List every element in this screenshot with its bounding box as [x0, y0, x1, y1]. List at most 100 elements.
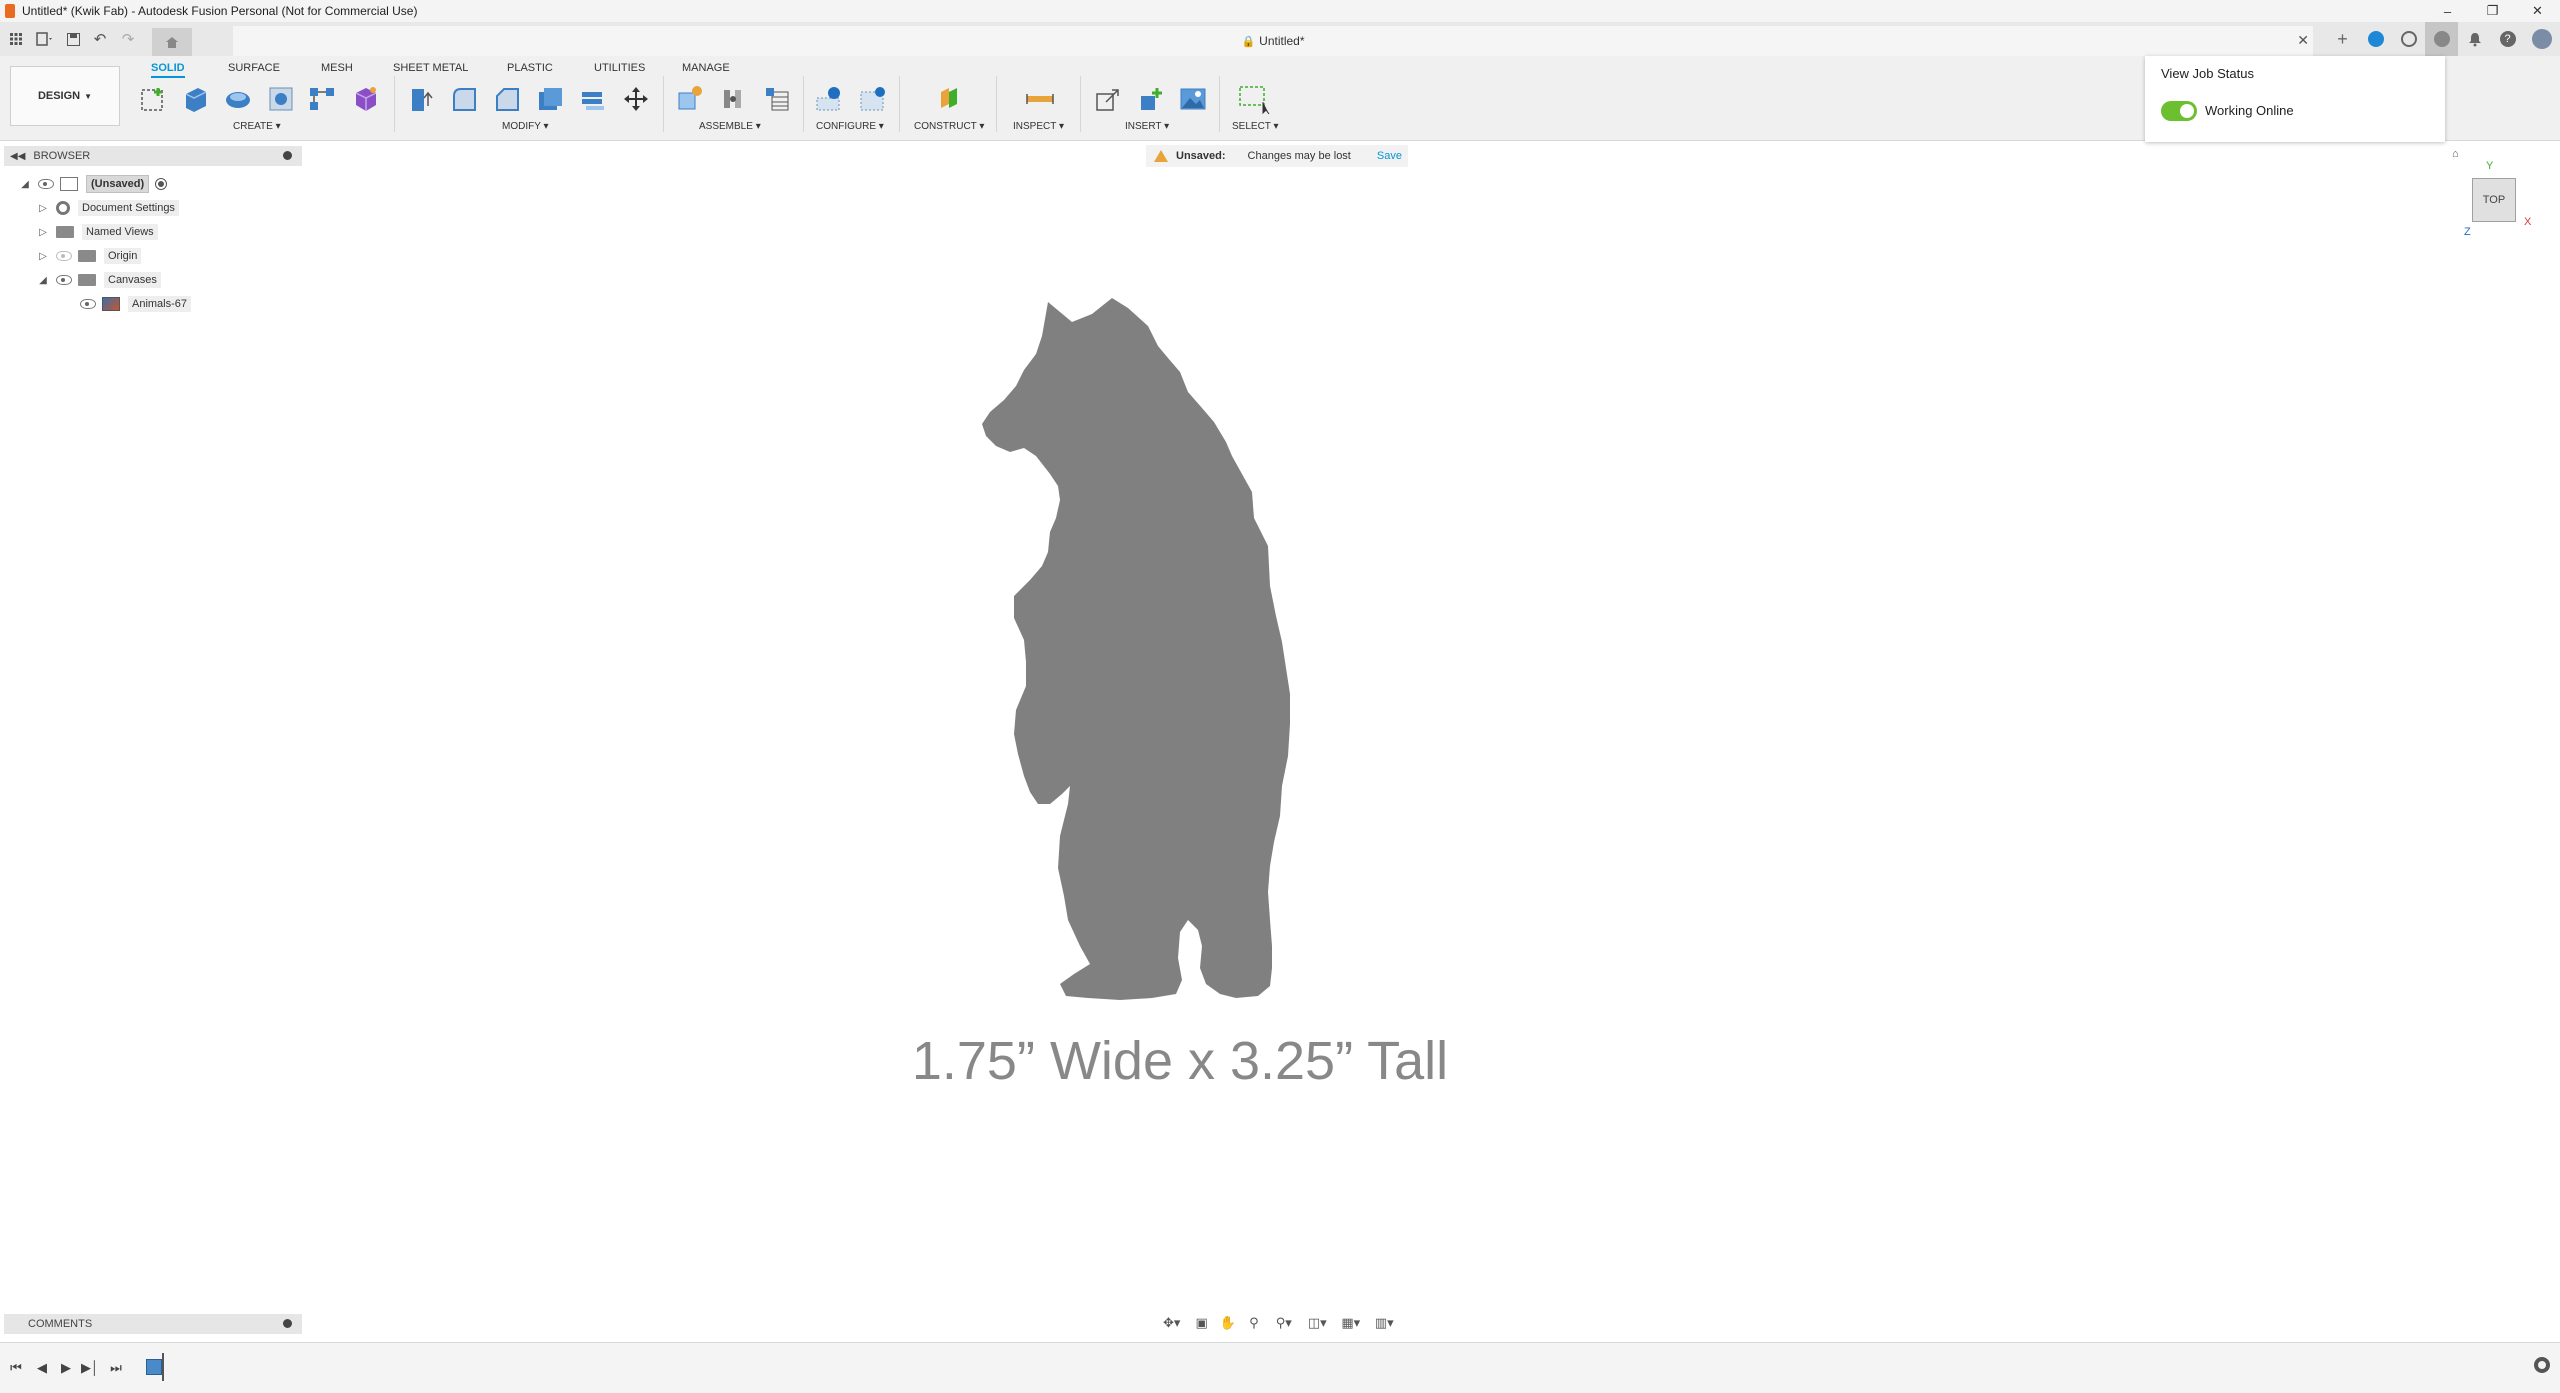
extrude-icon[interactable] [178, 82, 212, 116]
viewcube-top-face[interactable]: TOP [2472, 178, 2516, 222]
combine-icon[interactable] [576, 82, 610, 116]
tab-manage[interactable]: MANAGE [682, 60, 730, 76]
viewcube[interactable]: ⌂ Y TOP X Z [2452, 148, 2531, 238]
expanded-triangle-icon[interactable]: ◢ [36, 275, 50, 286]
home-tab-icon[interactable] [152, 28, 192, 56]
extensions-icon[interactable] [2359, 22, 2392, 56]
move-copy-icon[interactable] [619, 82, 653, 116]
notifications-bell-icon[interactable] [2458, 22, 2491, 56]
joint-icon[interactable] [716, 82, 750, 116]
tree-item-document-settings[interactable]: ▷ Document Settings [36, 197, 179, 219]
timeline-play-icon[interactable]: ▶ [56, 1359, 76, 1377]
collapse-browser-icon[interactable]: ◀◀ [10, 151, 25, 162]
viewports-icon[interactable]: ▥▾ [1371, 1313, 1399, 1333]
collapsed-triangle-icon[interactable]: ▷ [36, 251, 50, 262]
add-comment-icon[interactable] [283, 1319, 292, 1328]
close-window-button[interactable]: ✕ [2515, 0, 2560, 22]
tree-item-origin[interactable]: ▷ Origin [36, 245, 142, 267]
app-grid-icon[interactable] [2, 27, 30, 51]
pattern-icon[interactable] [305, 82, 339, 116]
fit-zoom-icon[interactable]: ⚲▾ [1270, 1313, 1298, 1333]
grid-settings-icon[interactable]: ▦▾ [1337, 1313, 1365, 1333]
timeline-next-icon[interactable]: ▶│ [80, 1359, 100, 1377]
undo-icon[interactable]: ↶ [86, 27, 114, 51]
tab-surface[interactable]: SURFACE [228, 60, 280, 76]
configure-icon[interactable] [812, 82, 846, 116]
form-icon[interactable] [349, 82, 383, 116]
measure-icon[interactable] [1023, 82, 1057, 116]
assembly-table-icon[interactable] [760, 82, 794, 116]
restore-button[interactable]: ❐ [2470, 0, 2515, 22]
insert-canvas-icon[interactable] [1176, 82, 1210, 116]
orbit-icon[interactable]: ✥▾ [1158, 1313, 1186, 1333]
visibility-eye-icon[interactable] [38, 179, 54, 189]
tab-sheet-metal[interactable]: SHEET METAL [393, 60, 468, 76]
chamfer-icon[interactable] [490, 82, 524, 116]
new-tab-icon[interactable]: + [2326, 22, 2359, 56]
look-at-icon[interactable]: ▣ [1192, 1313, 1212, 1333]
minimize-button[interactable]: – [2425, 0, 2470, 22]
file-menu-icon[interactable] [30, 27, 60, 51]
home-view-icon[interactable]: ⌂ [2452, 148, 2459, 160]
tab-utilities[interactable]: UTILITIES [594, 60, 645, 76]
timeline-marker[interactable] [162, 1353, 164, 1381]
fillet-icon[interactable] [447, 82, 481, 116]
inspect-group-label[interactable]: INSPECT ▾ [1013, 121, 1064, 132]
design-workspace-switcher[interactable]: DESIGN ▼ [10, 66, 120, 126]
configure-group-label[interactable]: CONFIGURE ▾ [816, 121, 884, 132]
new-component-icon[interactable] [672, 82, 706, 116]
insert-mcmaster-icon[interactable] [1133, 82, 1167, 116]
bear-silhouette-canvas[interactable] [980, 296, 1350, 1002]
expanded-triangle-icon[interactable]: ◢ [18, 179, 32, 190]
press-pull-icon[interactable] [404, 82, 438, 116]
visibility-eye-icon[interactable] [80, 299, 96, 309]
create-sketch-icon[interactable] [136, 82, 170, 116]
insert-derive-icon[interactable] [1090, 82, 1124, 116]
visibility-eye-icon[interactable] [56, 275, 72, 285]
hidden-eye-icon[interactable] [56, 251, 72, 261]
job-status-icon[interactable] [2425, 22, 2458, 56]
select-window-icon[interactable] [1237, 82, 1271, 116]
redo-icon[interactable]: ↷ [114, 27, 142, 51]
tree-item-named-views[interactable]: ▷ Named Views [36, 221, 158, 243]
offset-plane-icon[interactable] [933, 82, 967, 116]
user-avatar[interactable] [2524, 22, 2560, 56]
save-link[interactable]: Save [1377, 150, 1402, 162]
working-online-toggle[interactable] [2161, 101, 2197, 121]
create-group-label[interactable]: CREATE ▾ [233, 121, 281, 132]
close-tab-icon[interactable]: ✕ [2297, 32, 2309, 49]
comments-panel-header[interactable]: COMMENTS [4, 1314, 302, 1334]
online-status-icon[interactable] [2392, 22, 2425, 56]
tab-mesh[interactable]: MESH [321, 60, 353, 76]
timeline-first-icon[interactable]: ⏮ [6, 1359, 26, 1377]
tree-item-canvases[interactable]: ◢ Canvases [36, 269, 161, 291]
tree-item-animals-67[interactable]: Animals-67 [74, 293, 192, 315]
select-group-label[interactable]: SELECT ▾ [1232, 121, 1279, 132]
tree-root[interactable]: ◢ (Unsaved) [18, 173, 168, 195]
timeline-canvas-feature[interactable] [146, 1359, 162, 1375]
construct-group-label[interactable]: CONSTRUCT ▾ [914, 121, 984, 132]
hole-icon[interactable] [264, 82, 298, 116]
job-status-title[interactable]: View Job Status [2161, 66, 2254, 81]
activate-radio-icon[interactable] [155, 178, 168, 190]
timeline-previous-icon[interactable]: ◀ [32, 1359, 52, 1377]
browser-header[interactable]: ◀◀ BROWSER [4, 146, 302, 166]
document-tab[interactable]: 🔒 Untitled* ✕ [233, 26, 2313, 56]
revolve-icon[interactable] [221, 82, 255, 116]
display-settings-icon[interactable]: ◫▾ [1304, 1313, 1332, 1333]
save-icon[interactable] [60, 27, 86, 51]
tab-plastic[interactable]: PLASTIC [507, 60, 553, 76]
collapsed-triangle-icon[interactable]: ▷ [36, 227, 50, 238]
zoom-icon[interactable]: ⚲ [1244, 1313, 1264, 1333]
shell-icon[interactable] [533, 82, 567, 116]
timeline-last-icon[interactable]: ⏭ [106, 1359, 126, 1377]
insert-group-label[interactable]: INSERT ▾ [1125, 121, 1169, 132]
assemble-group-label[interactable]: ASSEMBLE ▾ [699, 121, 761, 132]
pin-icon[interactable] [283, 151, 292, 160]
help-icon[interactable]: ? [2491, 22, 2524, 56]
configure-table-icon[interactable] [856, 82, 890, 116]
modify-group-label[interactable]: MODIFY ▾ [502, 121, 549, 132]
tab-solid[interactable]: SOLID [151, 60, 185, 78]
collapsed-triangle-icon[interactable]: ▷ [36, 203, 50, 214]
pan-hand-icon[interactable]: ✋ [1218, 1313, 1238, 1333]
